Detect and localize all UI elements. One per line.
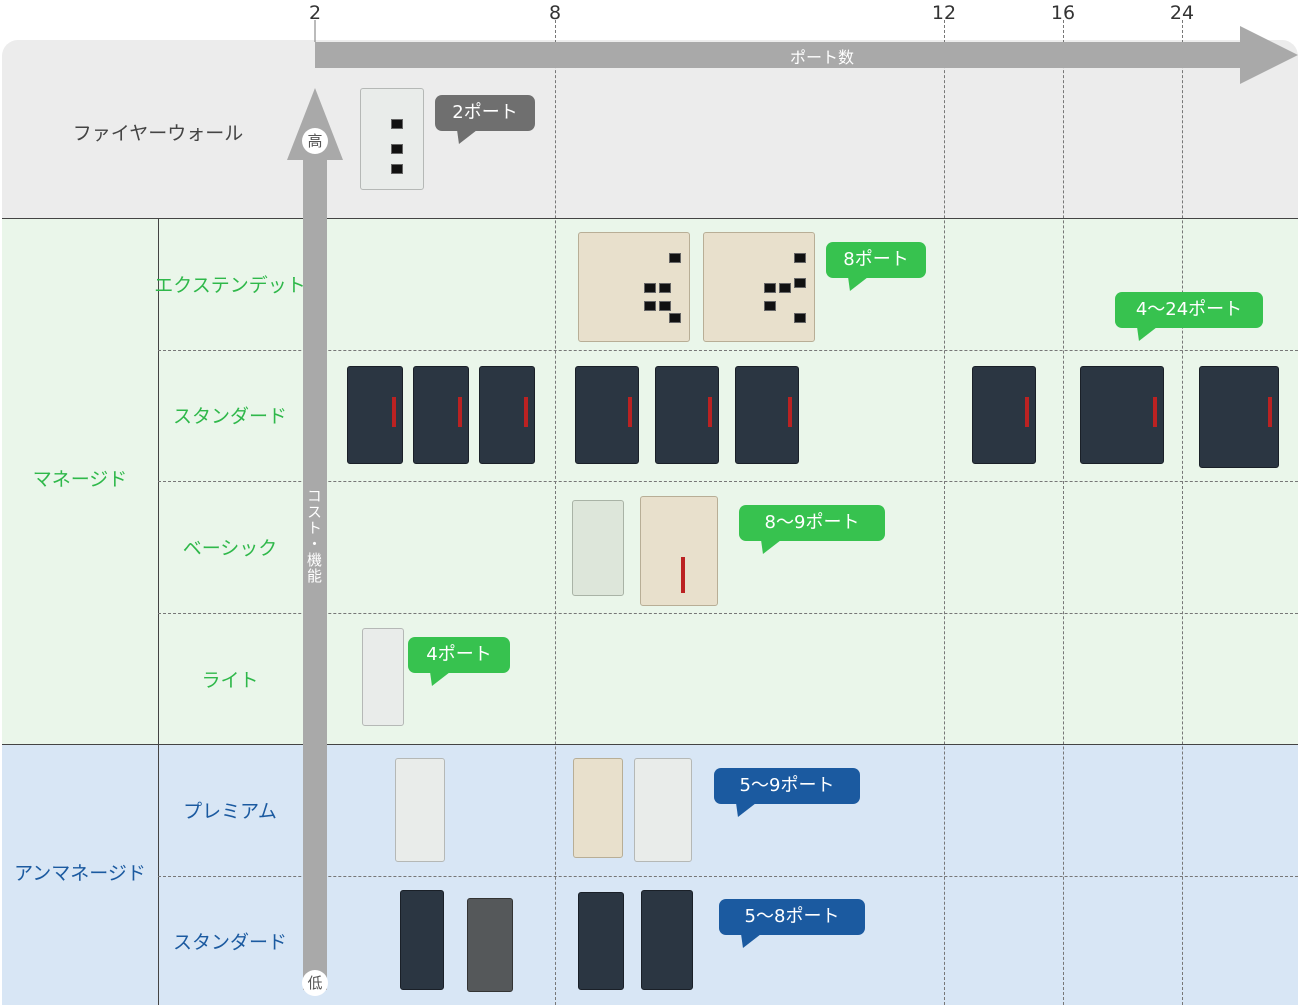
bubble-firewall: 2ポート bbox=[435, 95, 535, 131]
basic-switch-image bbox=[640, 496, 718, 606]
group-managed: マネージド bbox=[32, 468, 128, 491]
firewall-device-image bbox=[360, 88, 424, 190]
bubble-lite: 4ポート bbox=[408, 637, 510, 673]
bubble-premium: 5～9ポート bbox=[714, 768, 860, 804]
standard-managed-switch-image bbox=[1080, 366, 1164, 464]
y-axis-low: 低 bbox=[302, 970, 328, 996]
bubble-standard-unmanaged: 5～8ポート bbox=[719, 899, 865, 935]
standard-unmanaged-switch-image bbox=[578, 892, 624, 990]
y-axis-title: コスト・機能 bbox=[305, 488, 323, 584]
bubble-standard-managed: 4～24ポート bbox=[1115, 292, 1263, 328]
extended-switch-image bbox=[578, 232, 690, 342]
row-lite: ライト bbox=[201, 669, 259, 692]
group-unmanaged: アンマネージド bbox=[14, 862, 146, 885]
premium-switch-image bbox=[395, 758, 445, 862]
y-axis-high: 高 bbox=[302, 128, 328, 154]
premium-switch-image bbox=[634, 758, 692, 862]
standard-unmanaged-switch-image bbox=[641, 890, 693, 990]
row-standard-unmanaged: スタンダード bbox=[172, 931, 288, 954]
standard-managed-switch-image bbox=[735, 366, 799, 464]
premium-switch-image bbox=[573, 758, 623, 858]
standard-unmanaged-switch-image bbox=[400, 890, 444, 990]
standard-managed-switch-image bbox=[347, 366, 403, 464]
standard-managed-switch-image bbox=[972, 366, 1036, 464]
x-axis-title: ポート数 bbox=[790, 48, 855, 67]
standard-managed-switch-image bbox=[575, 366, 639, 464]
basic-switch-image bbox=[572, 500, 624, 596]
standard-unmanaged-switch-image bbox=[467, 898, 513, 992]
row-premium: プレミアム bbox=[183, 800, 277, 823]
row-basic: ベーシック bbox=[182, 537, 278, 560]
row-extended: エクステンデット bbox=[154, 274, 306, 297]
standard-managed-switch-image bbox=[655, 366, 719, 464]
bubble-basic: 8～9ポート bbox=[739, 505, 885, 541]
extended-switch-image bbox=[703, 232, 815, 342]
bubble-extended: 8ポート bbox=[826, 242, 926, 278]
standard-managed-switch-image bbox=[413, 366, 469, 464]
row-standard-managed: スタンダード bbox=[172, 405, 288, 428]
standard-managed-switch-image bbox=[1199, 366, 1279, 468]
group-firewall: ファイヤーウォール bbox=[72, 122, 244, 145]
lite-switch-image bbox=[362, 628, 404, 726]
standard-managed-switch-image bbox=[479, 366, 535, 464]
